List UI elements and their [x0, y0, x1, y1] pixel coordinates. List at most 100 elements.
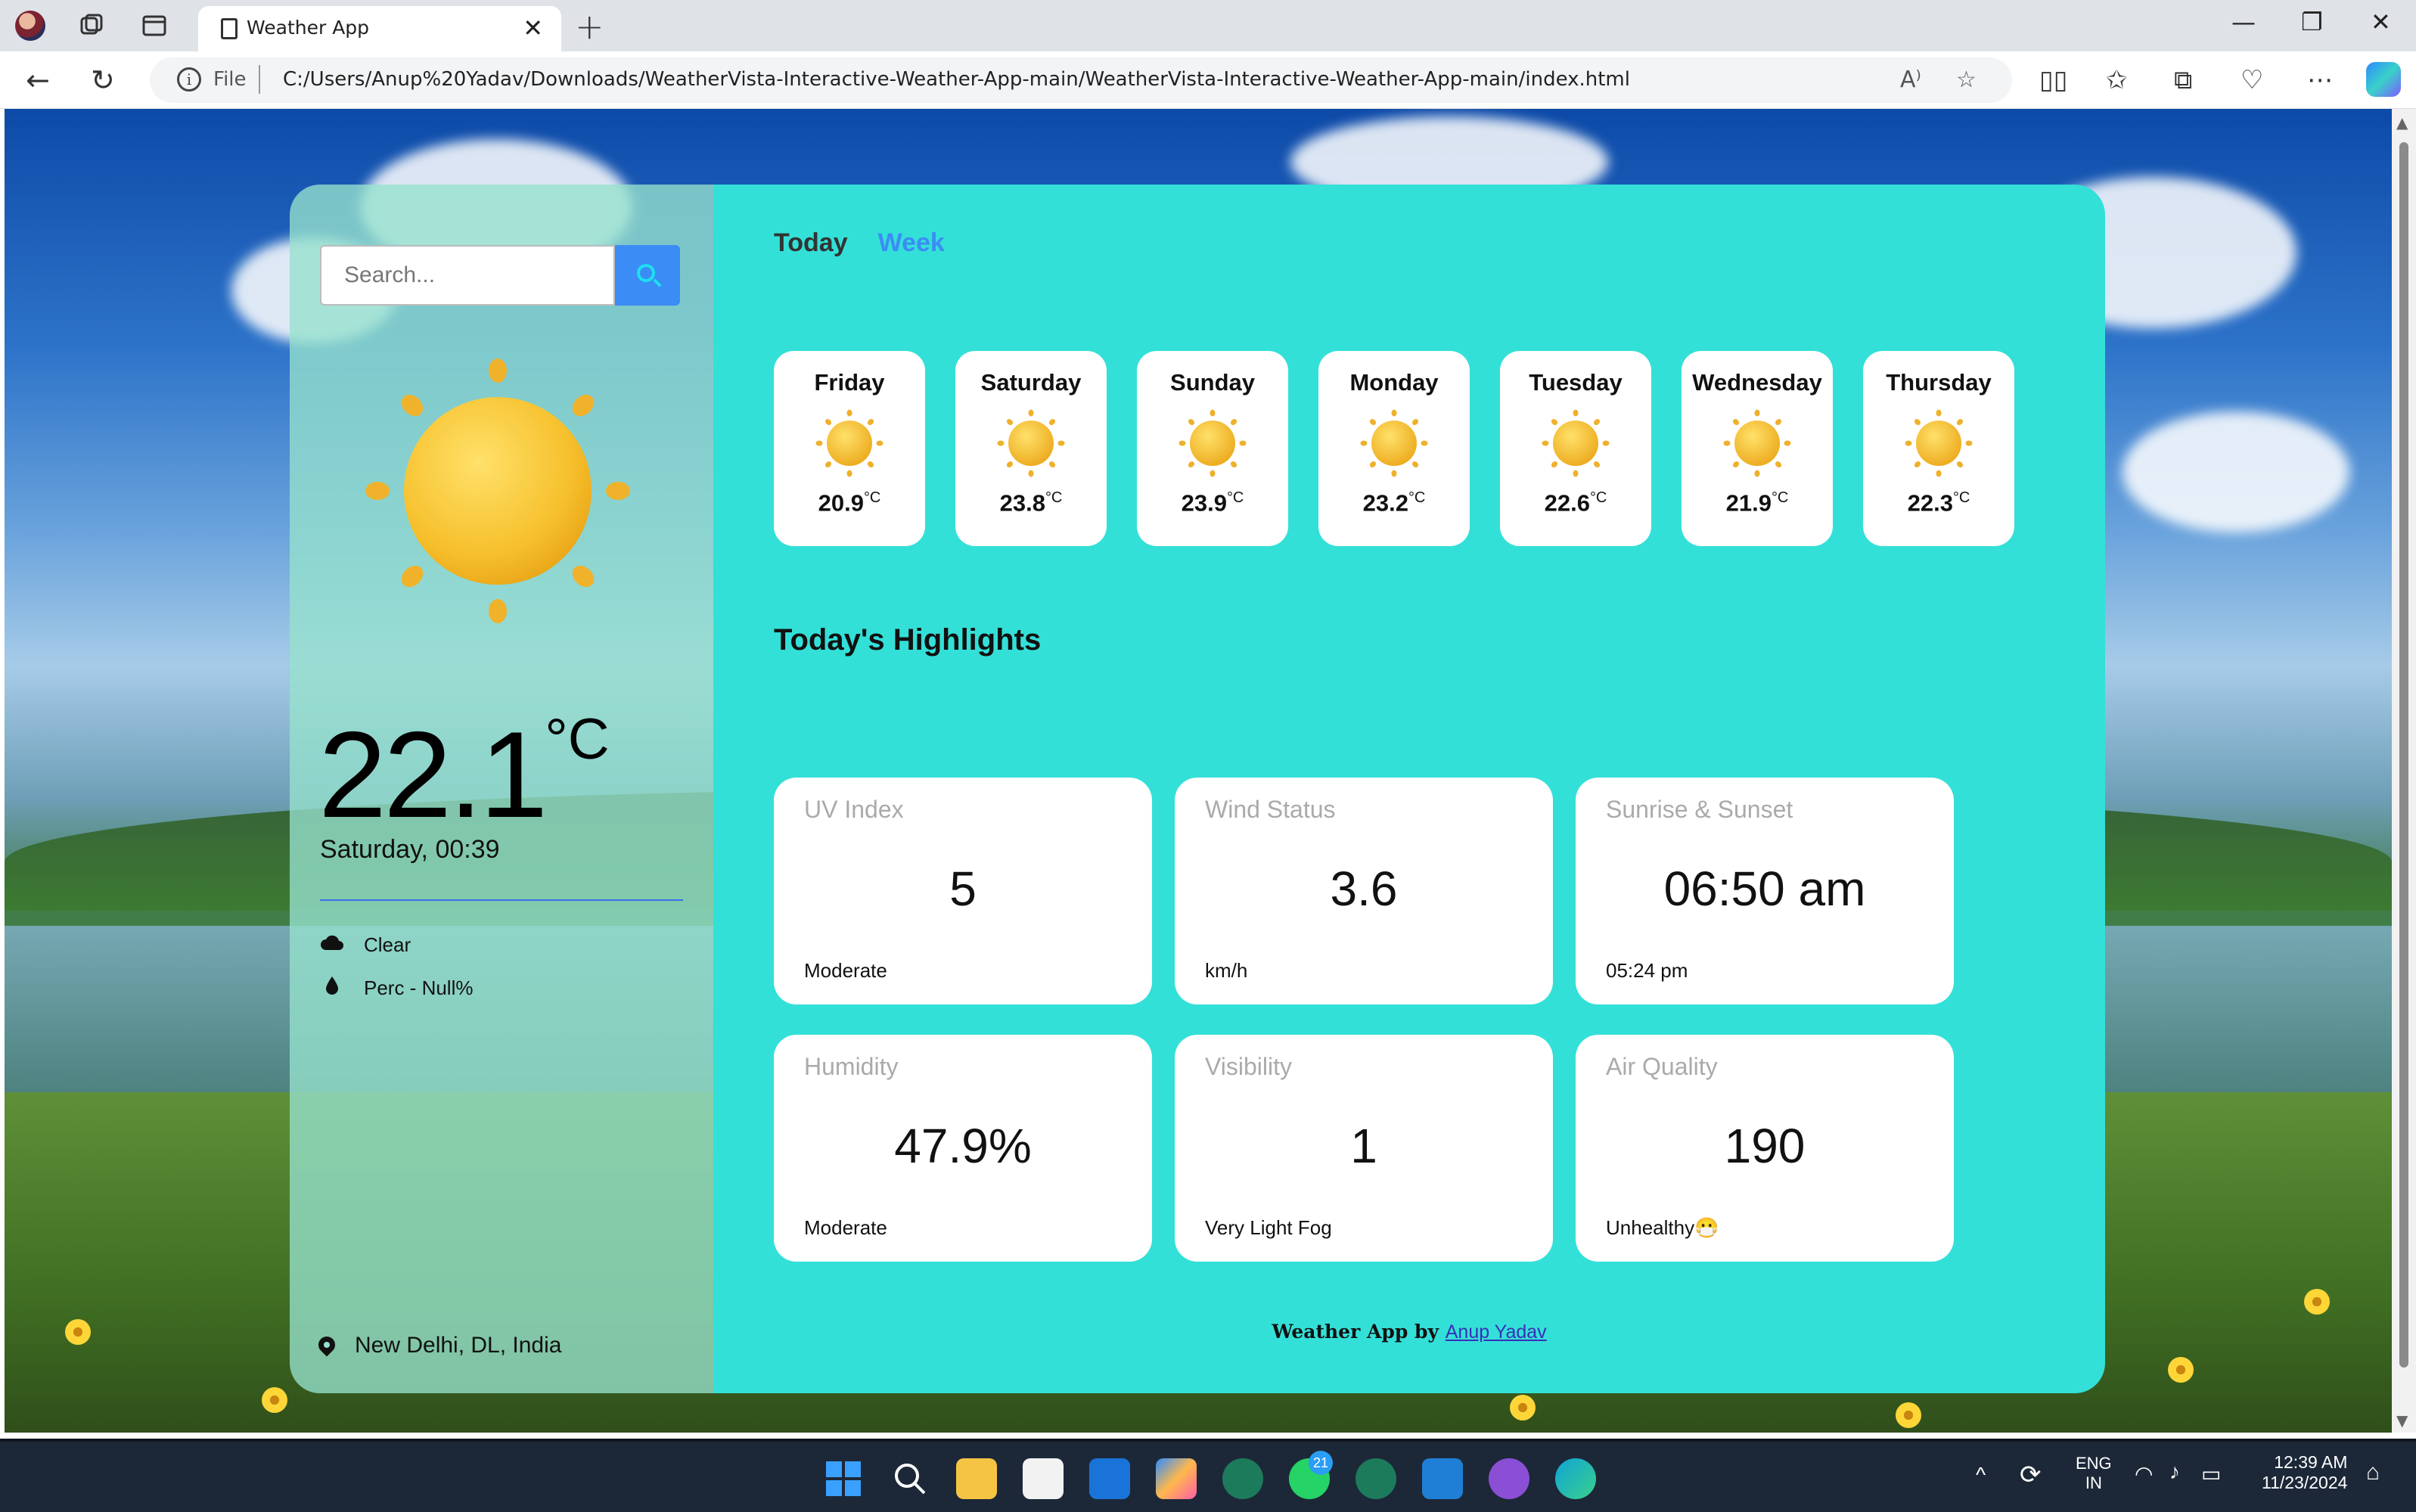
region-code: IN: [2085, 1473, 2102, 1492]
edge-profile-icon[interactable]: [1222, 1458, 1263, 1499]
scroll-up-icon[interactable]: ▲: [2396, 113, 2408, 132]
info-icon[interactable]: i: [177, 67, 201, 92]
condition-row: Clear: [320, 933, 411, 957]
background-flower: [1510, 1395, 1536, 1420]
read-aloud-icon[interactable]: A⁾: [1900, 67, 1921, 93]
github-desktop-icon[interactable]: [1489, 1458, 1529, 1499]
highlight-status: km/h: [1205, 959, 1248, 982]
cloud-icon: [320, 933, 344, 957]
search-icon: [637, 264, 655, 282]
forecast-temp-unit: °C: [1408, 489, 1426, 506]
forecast-day-card: Wednesday 21.9°C: [1682, 351, 1833, 546]
clock-date: 11/23/2024: [2262, 1473, 2348, 1492]
precipitation-row: Perc - Null%: [320, 975, 473, 1000]
forecast-temp: 20.9°C: [774, 489, 925, 517]
microsoft-store-icon[interactable]: [1023, 1458, 1064, 1499]
search-button[interactable]: [615, 245, 680, 306]
tab-close-icon[interactable]: ✕: [523, 14, 543, 42]
language-indicator[interactable]: ENG IN: [2076, 1454, 2112, 1493]
forecast-day-name: Wednesday: [1692, 369, 1822, 396]
footer-prefix: Weather App by: [1272, 1321, 1439, 1343]
scroll-down-icon[interactable]: ▼: [2396, 1411, 2408, 1430]
highlight-value: 47.9%: [894, 1119, 1032, 1173]
page-icon: [221, 18, 238, 39]
back-arrow-icon[interactable]: ←: [26, 64, 50, 97]
edge-browser-icon[interactable]: [1555, 1458, 1596, 1499]
tab-week[interactable]: Week: [878, 228, 945, 257]
forecast-day-card: Tuesday 22.6°C: [1500, 351, 1651, 546]
window-close-icon[interactable]: ✕: [2371, 8, 2391, 36]
forecast-temp-unit: °C: [1771, 489, 1789, 506]
highlights-title: Today's Highlights: [774, 623, 1042, 657]
collections-icon[interactable]: ⧉: [2174, 65, 2192, 95]
address-bar[interactable]: i File C:/Users/Anup%20Yadav/Downloads/W…: [150, 57, 2012, 103]
background-flower: [1896, 1402, 1921, 1428]
highlight-title: Humidity: [804, 1053, 899, 1080]
forecast-temp-unit: °C: [1226, 489, 1244, 506]
forecast-temp-value: 23.9: [1181, 489, 1227, 517]
wifi-icon[interactable]: ◠: [2135, 1461, 2153, 1486]
author-link[interactable]: Anup Yadav: [1446, 1321, 1547, 1343]
vscode-icon[interactable]: [1422, 1458, 1463, 1499]
clock[interactable]: 12:39 AM 11/23/2024: [2262, 1452, 2347, 1493]
edge-profile-2-icon[interactable]: [1356, 1458, 1396, 1499]
highlight-title: Wind Status: [1205, 796, 1336, 823]
new-tab-button[interactable]: +: [575, 6, 604, 47]
restore-icon[interactable]: ❐: [2301, 8, 2323, 36]
page-scrollbar[interactable]: ▲ ▼: [2392, 109, 2416, 1433]
forecast-temp: 23.9°C: [1137, 489, 1288, 517]
forecast-day-card: Monday 23.2°C: [1318, 351, 1470, 546]
taskbar-search-icon[interactable]: [890, 1458, 930, 1499]
clock-time: 12:39 AM: [2274, 1452, 2348, 1472]
address-separator: [259, 65, 260, 94]
battery-icon[interactable]: ▭: [2201, 1461, 2221, 1486]
current-weather-panel: 22.1°C Saturday, 00:39 Clear Perc - Null…: [290, 185, 713, 1393]
outlook-icon[interactable]: [1089, 1458, 1130, 1499]
current-temperature: 22.1°C: [318, 711, 610, 837]
notification-badge: 21: [1309, 1451, 1333, 1475]
more-menu-icon[interactable]: ⋯: [2307, 65, 2333, 95]
tab-today[interactable]: Today: [774, 228, 848, 257]
sync-icon[interactable]: ⟳: [2020, 1460, 2042, 1490]
forecast-day-name: Saturday: [980, 369, 1082, 396]
notifications-icon[interactable]: ⌂: [2366, 1460, 2380, 1486]
search-input[interactable]: [320, 245, 615, 306]
refresh-icon[interactable]: ↻: [91, 64, 115, 97]
minimize-icon[interactable]: —: [2231, 8, 2256, 36]
favorites-icon[interactable]: ✩: [2106, 65, 2128, 95]
volume-icon[interactable]: ♪: [2169, 1460, 2180, 1484]
scrollbar-thumb[interactable]: [2399, 142, 2408, 1368]
tray-overflow-icon[interactable]: ^: [1976, 1463, 1986, 1487]
highlight-value: 190: [1724, 1119, 1806, 1173]
forecast-day-card: Sunday 23.9°C: [1137, 351, 1288, 546]
highlight-title: Visibility: [1205, 1053, 1292, 1080]
forecast-temp-value: 20.9: [818, 489, 864, 517]
profile-avatar[interactable]: [15, 11, 45, 41]
background-flower: [2304, 1289, 2330, 1315]
location-row: New Delhi, DL, India: [315, 1333, 561, 1358]
forecast-temp: 22.6°C: [1500, 489, 1651, 517]
split-screen-icon[interactable]: ▯▯: [2039, 65, 2067, 95]
workspaces-icon[interactable]: [76, 11, 106, 41]
browser-essentials-icon[interactable]: ♡: [2241, 65, 2263, 95]
sun-icon: [997, 409, 1065, 477]
copilot-app-icon[interactable]: [1156, 1458, 1197, 1499]
start-icon[interactable]: [823, 1458, 864, 1499]
tab-actions-icon[interactable]: [139, 11, 169, 41]
forecast-temp: 23.8°C: [955, 489, 1107, 517]
tab-title: Weather App: [247, 17, 370, 39]
sun-icon: [1178, 409, 1247, 477]
forecast-temp-value: 21.9: [1725, 489, 1772, 517]
active-tab[interactable]: Weather App ✕: [198, 6, 561, 51]
favorite-star-icon[interactable]: ☆: [1956, 67, 1977, 93]
highlight-status: Unhealthy😷: [1606, 1216, 1719, 1239]
highlight-status: 05:24 pm: [1606, 959, 1688, 982]
file-explorer-icon[interactable]: [956, 1458, 997, 1499]
forecast-temp-value: 23.2: [1362, 489, 1408, 517]
forecast-day-name: Monday: [1349, 369, 1439, 396]
url-text[interactable]: C:/Users/Anup%20Yadav/Downloads/WeatherV…: [283, 68, 1630, 91]
highlight-title: Air Quality: [1606, 1053, 1718, 1080]
copilot-icon[interactable]: [2366, 62, 2401, 97]
visibility-card: Visibility 1 Very Light Fog: [1175, 1035, 1553, 1262]
highlight-value: 5: [949, 862, 977, 916]
